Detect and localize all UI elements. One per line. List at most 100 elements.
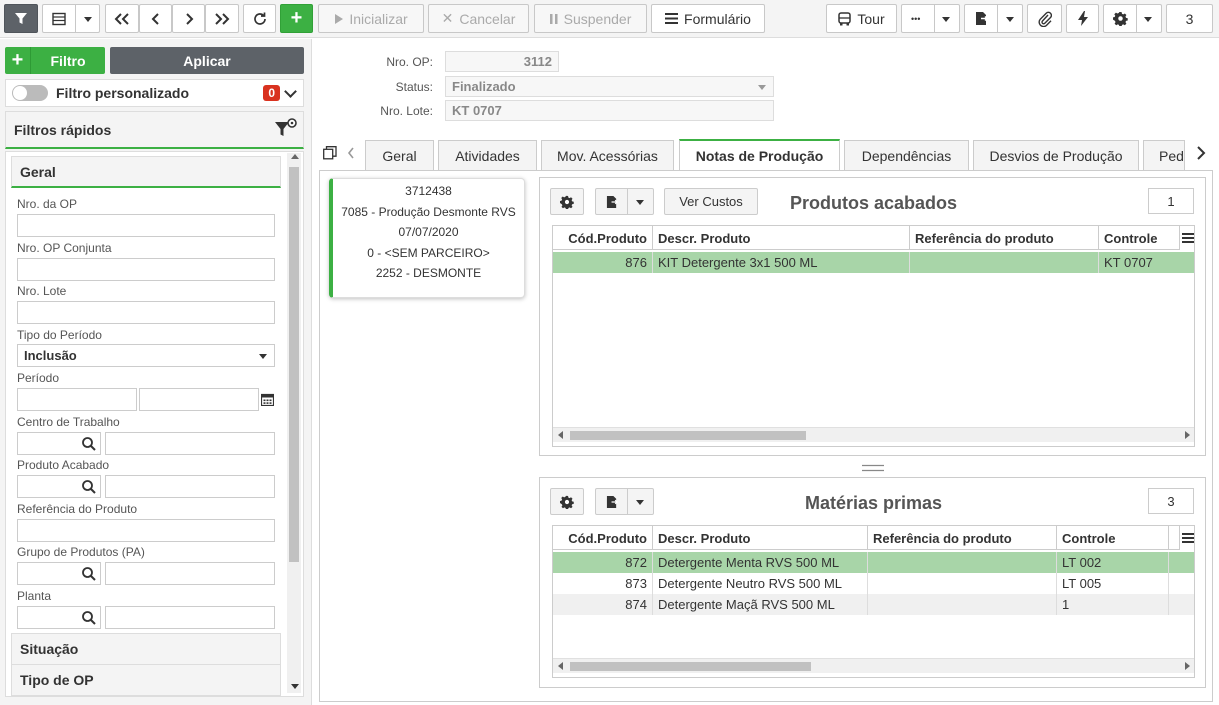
inicializar-button[interactable]: Inicializar (318, 4, 424, 33)
primas-hscroll-thumb[interactable] (570, 662, 811, 671)
input-centro-trabalho-code[interactable] (17, 432, 101, 455)
primas-export-button[interactable] (595, 488, 654, 515)
col-referencia-produto[interactable]: Referência do produto (868, 526, 1057, 550)
actions-button[interactable] (1066, 4, 1099, 33)
cancelar-button[interactable]: ✕ Cancelar (428, 4, 529, 33)
previous-record-button[interactable] (139, 4, 172, 33)
input-planta-code[interactable] (17, 606, 101, 629)
add-record-button[interactable]: + (280, 4, 313, 33)
table-row[interactable]: 872 Detergente Menta RVS 500 ML LT 002 (553, 552, 1194, 573)
group-geral[interactable]: Geral (11, 156, 281, 188)
field-nro-lote[interactable]: KT 0707 (445, 100, 774, 121)
tab-pedidos[interactable]: Ped (1143, 140, 1185, 170)
filter-toggle-button[interactable] (4, 4, 38, 33)
field-status[interactable]: Finalizado (445, 76, 774, 97)
group-situacao[interactable]: Situação (11, 633, 281, 665)
input-produto-acabado-code[interactable] (17, 475, 101, 498)
cell-descr: Detergente Maçã RVS 500 ML (653, 594, 868, 615)
acabados-grid-header: Cód.Produto Descr. Produto Referência do… (553, 226, 1194, 250)
group-tipo-op[interactable]: Tipo de OP (11, 664, 281, 696)
tab-geral[interactable]: Geral (365, 140, 434, 170)
chevron-down-icon[interactable] (942, 17, 950, 22)
select-tipo-periodo[interactable]: Inclusão (17, 344, 275, 367)
input-periodo-end[interactable] (139, 388, 259, 411)
scroll-left-icon[interactable] (558, 662, 563, 670)
last-record-button[interactable] (205, 4, 239, 33)
acabados-hscroll[interactable] (553, 427, 1194, 442)
next-record-button[interactable] (172, 4, 205, 33)
input-centro-trabalho-desc[interactable] (105, 432, 275, 455)
col-referencia-produto[interactable]: Referência do produto (910, 226, 1099, 250)
production-note-card[interactable]: 3712438 7085 - Produção Desmonte RVS 07/… (329, 178, 525, 298)
table-row[interactable]: 873 Detergente Neutro RVS 500 ML LT 005 (553, 573, 1194, 594)
filter-settings-icon[interactable] (273, 117, 299, 143)
add-filter-button[interactable]: + Filtro (5, 47, 105, 74)
app-window: + Inicializar ✕ Cancelar Suspender Formu… (0, 0, 1219, 705)
col-cod-produto[interactable]: Cód.Produto (553, 526, 653, 550)
more-options-button[interactable]: ••• (901, 4, 960, 33)
formulario-button[interactable]: Formulário (651, 4, 765, 33)
acabados-export-button[interactable] (595, 188, 654, 215)
col-descr-produto[interactable]: Descr. Produto (653, 226, 910, 250)
label-produto-acabado: Produto Acabado (17, 458, 110, 472)
search-icon[interactable] (81, 436, 97, 452)
tab-notas-producao[interactable]: Notas de Produção (679, 139, 840, 170)
copy-icon[interactable] (323, 146, 337, 160)
chevron-down-icon[interactable] (284, 84, 297, 98)
tab-atividades[interactable]: Atividades (438, 140, 537, 170)
input-referencia-produto[interactable] (17, 519, 275, 542)
input-periodo-start[interactable] (17, 388, 137, 411)
scroll-right-icon[interactable] (1185, 662, 1190, 670)
primas-settings-button[interactable] (550, 488, 584, 515)
suspender-button[interactable]: Suspender (534, 4, 647, 33)
settings-button[interactable] (1103, 4, 1162, 33)
input-nro-op[interactable] (17, 214, 275, 237)
col-controle[interactable]: Controle (1099, 226, 1180, 250)
table-row[interactable]: 874 Detergente Maçã RVS 500 ML 1 (553, 594, 1194, 615)
field-nro-op[interactable]: 3112 (445, 51, 559, 72)
col-descr-produto[interactable]: Descr. Produto (653, 526, 868, 550)
filter-scrollbar-thumb[interactable] (289, 167, 299, 562)
custom-filter-toggle[interactable] (12, 85, 48, 101)
calendar-icon[interactable] (261, 393, 274, 406)
tab-dependencias[interactable]: Dependências (844, 140, 969, 170)
chevron-down-icon (758, 85, 766, 90)
chevron-down-icon[interactable] (84, 17, 92, 22)
chevron-down-icon[interactable] (1144, 17, 1152, 22)
acabados-settings-button[interactable] (550, 188, 584, 215)
tab-desvios-producao[interactable]: Desvios de Produção (973, 140, 1139, 170)
search-icon[interactable] (81, 610, 97, 626)
input-nro-op-conjunta[interactable] (17, 258, 275, 281)
input-nro-lote[interactable] (17, 301, 275, 324)
export-button[interactable] (964, 4, 1023, 33)
tour-button[interactable]: Tour (826, 4, 897, 33)
tab-mov-acessorias[interactable]: Mov. Acessórias (541, 140, 674, 170)
apply-filter-button[interactable]: Aplicar (110, 47, 304, 74)
col-cod-produto[interactable]: Cód.Produto (553, 226, 653, 250)
input-grupo-produtos-desc[interactable] (105, 562, 275, 585)
chevron-down-icon[interactable] (1006, 17, 1014, 22)
first-record-button[interactable] (105, 4, 139, 33)
primas-hscroll[interactable] (553, 658, 1194, 673)
acabados-hscroll-thumb[interactable] (570, 431, 806, 440)
table-row[interactable]: 876 KIT Detergente 3x1 500 ML KT 0707 (553, 252, 1194, 273)
splitter-handle-icon[interactable] (862, 464, 884, 472)
column-menu-icon[interactable] (1179, 526, 1194, 550)
counter-badge[interactable]: 3 (1166, 4, 1213, 33)
scroll-up-icon[interactable] (291, 154, 299, 159)
column-menu-icon[interactable] (1179, 226, 1194, 250)
scroll-left-icon[interactable] (558, 431, 563, 439)
col-controle[interactable]: Controle (1057, 526, 1169, 550)
input-planta-desc[interactable] (105, 606, 275, 629)
input-produto-acabado-desc[interactable] (105, 475, 275, 498)
refresh-button[interactable] (243, 4, 276, 33)
search-icon[interactable] (81, 479, 97, 495)
input-grupo-produtos-code[interactable] (17, 562, 101, 585)
scroll-right-icon[interactable] (1185, 431, 1190, 439)
ver-custos-button[interactable]: Ver Custos (664, 188, 758, 215)
chevron-right-icon[interactable] (1196, 146, 1206, 160)
attachment-button[interactable] (1027, 4, 1062, 33)
scroll-down-icon[interactable] (291, 684, 299, 689)
chevron-left-icon[interactable] (347, 147, 355, 159)
search-icon[interactable] (81, 566, 97, 582)
